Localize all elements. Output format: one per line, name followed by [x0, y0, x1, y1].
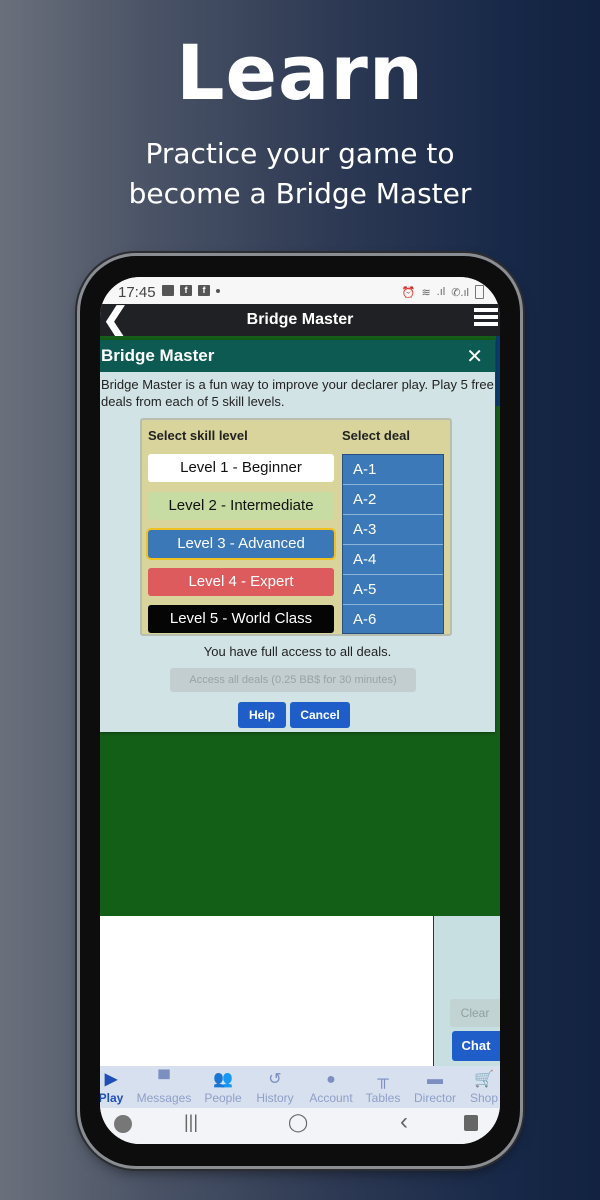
level-2-button[interactable]: Level 2 - Intermediate [148, 492, 334, 520]
level-3-button[interactable]: Level 3 - Advanced [148, 530, 334, 558]
status-time: 17:45 [118, 284, 156, 301]
deal-item[interactable]: A-5 [343, 575, 443, 605]
cart-icon: 🛒 [474, 1071, 494, 1088]
battery-icon [475, 285, 484, 299]
game-launcher-icon[interactable] [114, 1115, 132, 1133]
deal-header: Select deal [342, 428, 410, 443]
recents-button[interactable]: ||| [184, 1112, 198, 1133]
signal-icon: .ıl [436, 286, 446, 298]
access-all-deals-button[interactable]: Access all deals (0.25 BB$ for 30 minute… [170, 668, 416, 692]
bridge-master-dialog: Bridge Master ✕ Bridge Master is a fun w… [100, 340, 495, 732]
level-deal-selector: Select skill level Select deal Level 1 -… [140, 418, 452, 636]
tab-label: Shop [469, 1091, 499, 1105]
facebook-icon: f [180, 285, 192, 296]
history-icon: ↺ [268, 1071, 282, 1088]
dialog-title: Bridge Master [101, 346, 215, 365]
dot-icon [216, 288, 220, 293]
dialog-header: Bridge Master ✕ [100, 340, 495, 372]
access-status-text: You have full access to all deals. [203, 644, 392, 659]
message-icon: ▀ [158, 1071, 170, 1088]
tab-people[interactable]: 👥 People [200, 1066, 246, 1108]
hero-subtitle-line-1: Practice your game to [145, 137, 455, 170]
tab-label: Director [413, 1091, 456, 1105]
touch-assist-icon[interactable] [464, 1115, 478, 1131]
app-title: Bridge Master [246, 311, 354, 328]
tab-label: People [204, 1091, 242, 1105]
director-icon: ▬ [427, 1071, 443, 1088]
tab-tables[interactable]: ╥ Tables [362, 1066, 404, 1108]
tab-account[interactable]: ● Account [304, 1066, 358, 1108]
people-icon: 👥 [213, 1071, 233, 1088]
tab-shop[interactable]: 🛒 Shop [466, 1066, 500, 1108]
account-icon: ● [326, 1071, 336, 1088]
phone-screen: 17:45 f f ⏰ ≋ .ıl ✆.ıl ❮ Bridge Master B… [100, 277, 500, 1144]
chat-button[interactable]: Chat [452, 1031, 500, 1061]
home-button[interactable]: ◯ [288, 1112, 308, 1133]
level-1-button[interactable]: Level 1 - Beginner [148, 454, 334, 482]
status-bar: 17:45 f f ⏰ ≋ .ıl ✆.ıl [100, 277, 500, 304]
tab-label: History [256, 1091, 294, 1105]
back-nav-button[interactable]: ‹ [400, 1108, 408, 1136]
hero-title: Learn [176, 28, 424, 117]
help-button[interactable]: Help [238, 702, 286, 728]
close-icon[interactable]: ✕ [466, 344, 483, 369]
alarm-icon: ⏰ [401, 286, 416, 299]
app-bar: ❮ Bridge Master [100, 302, 500, 336]
deal-item[interactable]: A-4 [343, 545, 443, 575]
tab-director[interactable]: ▬ Director [410, 1066, 460, 1108]
skill-level-header: Select skill level [148, 428, 248, 443]
tab-label: Messages [136, 1091, 192, 1105]
bottom-tab-bar: ▶ Play ▀ Messages 👥 People ↺ History ● Accoun… [100, 1066, 500, 1108]
cancel-button[interactable]: Cancel [290, 702, 350, 728]
level-5-button[interactable]: Level 5 - World Class [148, 605, 334, 633]
image-icon [162, 285, 174, 296]
wifi-icon: ≋ [421, 286, 431, 299]
tab-messages[interactable]: ▀ Messages [134, 1066, 194, 1108]
tab-label: Account [309, 1091, 353, 1105]
clear-button[interactable]: Clear [450, 999, 500, 1027]
tab-play[interactable]: ▶ Play [100, 1066, 124, 1108]
hero-subtitle: Practice your game to become a Bridge Ma… [0, 134, 600, 214]
hero-subtitle-line-2: become a Bridge Master [128, 177, 472, 210]
dialog-description: Bridge Master is a fun way to improve yo… [101, 377, 494, 409]
tab-history[interactable]: ↺ History [252, 1066, 298, 1108]
system-nav-bar: ||| ◯ ‹ [100, 1108, 500, 1144]
tab-label: Tables [365, 1091, 401, 1105]
table-icon: ╥ [377, 1071, 389, 1088]
chat-log[interactable] [100, 916, 434, 1066]
scrollbar[interactable] [496, 336, 500, 406]
play-icon: ▶ [104, 1071, 118, 1088]
deal-list: A-1 A-2 A-3 A-4 A-5 A-6 [342, 454, 444, 634]
facebook-icon: f [198, 285, 210, 296]
deal-item[interactable]: A-1 [343, 455, 443, 485]
deal-item[interactable]: A-3 [343, 515, 443, 545]
deal-item[interactable]: A-2 [343, 485, 443, 515]
deal-item[interactable]: A-6 [343, 605, 443, 635]
hamburger-icon[interactable] [474, 308, 498, 329]
call-signal-icon: ✆.ıl [451, 286, 469, 299]
level-4-button[interactable]: Level 4 - Expert [148, 568, 334, 596]
tab-label: Play [100, 1091, 124, 1105]
